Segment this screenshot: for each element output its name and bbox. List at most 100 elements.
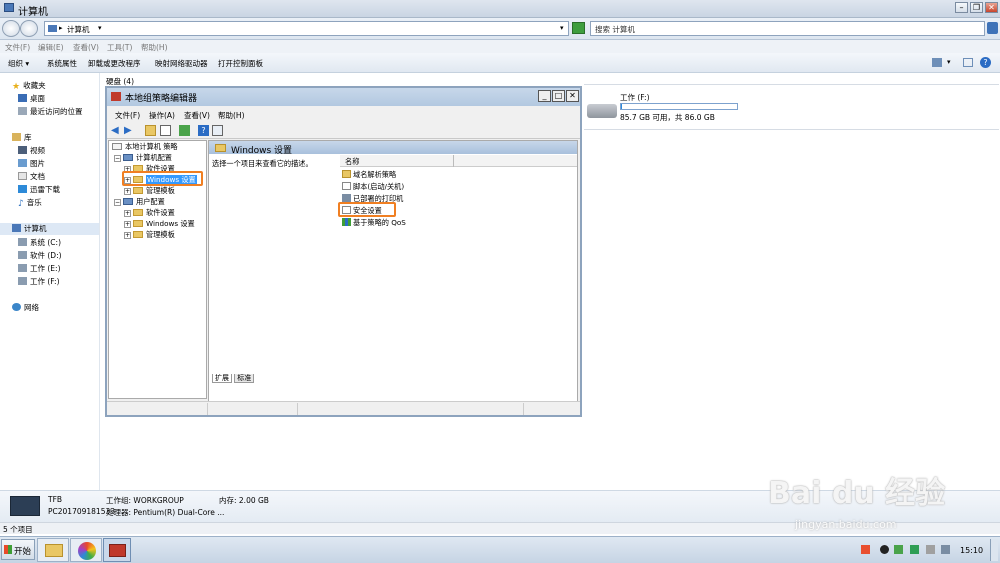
collapse-icon[interactable]: − xyxy=(114,199,121,206)
nav-recent[interactable]: 最近访问的位置 xyxy=(18,106,83,118)
nav-music[interactable]: ♪ 音乐 xyxy=(18,197,42,209)
export-list-icon[interactable] xyxy=(179,125,190,136)
collapse-icon[interactable]: − xyxy=(114,155,121,162)
search-input[interactable]: 搜索 计算机 xyxy=(590,21,985,36)
expand-icon[interactable]: + xyxy=(124,221,131,228)
baidu-watermark: Bai du 经验 xyxy=(768,476,946,511)
menu-view[interactable]: 查看(V) xyxy=(73,42,99,53)
memory: 内存: 2.00 GB xyxy=(219,496,269,505)
list-item[interactable]: 域名解析策略 xyxy=(342,170,396,181)
user-config-icon xyxy=(123,198,133,205)
nav-libraries[interactable]: 库 xyxy=(12,132,32,144)
menu-edit[interactable]: 编辑(E) xyxy=(38,42,64,53)
navigation-pane: ★ 收藏夹 桌面 最近访问的位置 库 视频 图片 文档 迅雷下载 ♪ 音乐 计算机 … xyxy=(0,73,100,490)
address-bar-row: ▸ 计算机 ▾ ▾ 搜索 计算机 xyxy=(0,18,1000,40)
system-properties-button[interactable]: 系统属性 xyxy=(47,58,77,69)
nav-desktop[interactable]: 桌面 xyxy=(18,93,45,105)
nav-documents[interactable]: 文档 xyxy=(18,171,45,183)
computer-icon xyxy=(12,224,21,232)
view-dropdown-icon[interactable]: ▾ xyxy=(947,58,951,66)
map-network-drive-button[interactable]: 映射网络驱动器 xyxy=(155,58,208,69)
recent-places-icon xyxy=(18,107,27,115)
change-view-icon[interactable] xyxy=(932,58,942,67)
show-desktop-button[interactable] xyxy=(990,539,998,561)
tab-standard[interactable]: 标准 xyxy=(234,374,255,383)
folder-icon xyxy=(45,544,63,557)
organize-button[interactable]: 组织 ▾ xyxy=(8,58,29,69)
nav-network[interactable]: 网络 xyxy=(12,302,39,314)
list-item[interactable]: 脚本(启动/关机) xyxy=(342,182,404,193)
clock[interactable]: 15:10 xyxy=(960,546,983,555)
gpe-menu-help[interactable]: 帮助(H) xyxy=(218,110,245,121)
up-folder-icon[interactable] xyxy=(145,125,156,136)
open-control-panel-button[interactable]: 打开控制面板 xyxy=(218,58,263,69)
forward-arrow-icon[interactable]: ▶ xyxy=(124,125,135,136)
nav-favorites[interactable]: ★ 收藏夹 xyxy=(12,80,46,92)
nav-drive-c[interactable]: 系统 (C:) xyxy=(18,237,61,249)
taskbar-explorer-button[interactable] xyxy=(37,538,69,562)
back-button[interactable] xyxy=(2,20,20,37)
gpe-menu-file[interactable]: 文件(F) xyxy=(115,110,140,121)
gpe-menu-action[interactable]: 操作(A) xyxy=(149,110,175,121)
volume-icon[interactable] xyxy=(941,545,950,554)
nav-drive-d[interactable]: 软件 (D:) xyxy=(18,250,62,262)
tree-user-config[interactable]: − 用户配置 xyxy=(114,197,165,208)
star-icon: ★ xyxy=(12,82,21,92)
menu-help[interactable]: 帮助(H) xyxy=(141,42,168,53)
shield-icon[interactable] xyxy=(910,545,919,554)
restore-button[interactable]: ❐ xyxy=(970,2,983,13)
nav-drive-e[interactable]: 工作 (E:) xyxy=(18,263,61,275)
show-hide-tree-icon[interactable] xyxy=(160,125,171,136)
tree-root[interactable]: 本地计算机 策略 xyxy=(112,142,178,153)
help-icon[interactable]: ? xyxy=(980,57,991,68)
list-item[interactable]: 基于策略的 QoS xyxy=(342,218,406,229)
nav-drive-f[interactable]: 工作 (F:) xyxy=(18,276,60,288)
gpe-maximize-button[interactable]: □ xyxy=(552,90,565,102)
minimize-button[interactable]: – xyxy=(955,2,968,13)
gpe-close-button[interactable]: ✕ xyxy=(566,90,579,102)
tree-admin-templates[interactable]: + 管理模板 xyxy=(124,186,175,197)
tree-user-windows-settings[interactable]: + Windows 设置 xyxy=(124,219,195,230)
tree-user-software-settings[interactable]: + 软件设置 xyxy=(124,208,175,219)
gpe-menu-view[interactable]: 查看(V) xyxy=(184,110,210,121)
search-placeholder: 搜索 计算机 xyxy=(595,25,635,34)
security-icon[interactable] xyxy=(894,545,903,554)
chevron-down-icon[interactable]: ▾ xyxy=(98,24,102,32)
drive-f-name[interactable]: 工作 (F:) xyxy=(620,92,650,103)
start-button[interactable]: 开始 xyxy=(1,539,35,560)
nav-videos[interactable]: 视频 xyxy=(18,145,45,157)
input-method-icon[interactable] xyxy=(861,545,870,554)
qq-icon[interactable] xyxy=(880,545,889,554)
properties-icon[interactable] xyxy=(212,125,223,136)
column-name[interactable]: 名称 xyxy=(345,157,359,167)
explorer-menu-bar: 文件(F) 编辑(E) 查看(V) 工具(T) 帮助(H) xyxy=(0,40,1000,53)
tree-computer-config[interactable]: − 计算机配置 xyxy=(114,153,172,164)
gpe-minimize-button[interactable]: _ xyxy=(538,90,551,102)
taskbar-gpedit-button[interactable] xyxy=(103,538,131,562)
back-arrow-icon[interactable]: ◀ xyxy=(111,125,122,136)
nav-pictures[interactable]: 图片 xyxy=(18,158,45,170)
forward-button[interactable] xyxy=(20,20,38,37)
taskbar-browser-button[interactable] xyxy=(70,538,102,562)
tree-user-admin-templates[interactable]: + 管理模板 xyxy=(124,230,175,241)
close-button[interactable]: ✕ xyxy=(985,2,998,13)
column-divider[interactable] xyxy=(453,155,454,167)
expand-icon[interactable]: + xyxy=(124,232,131,239)
refresh-button[interactable] xyxy=(572,22,585,34)
help-icon[interactable]: ? xyxy=(198,125,209,136)
expand-icon[interactable]: + xyxy=(124,210,131,217)
status-divider xyxy=(207,403,208,415)
expand-icon[interactable]: + xyxy=(124,188,131,195)
uninstall-program-button[interactable]: 卸载或更改程序 xyxy=(88,58,141,69)
list-header: 名称 xyxy=(340,155,577,167)
menu-file[interactable]: 文件(F) xyxy=(5,42,30,53)
menu-tools[interactable]: 工具(T) xyxy=(107,42,132,53)
dropdown-arrow-icon[interactable]: ▾ xyxy=(560,24,564,32)
address-box[interactable]: ▸ 计算机 ▾ ▾ xyxy=(44,21,569,36)
search-icon[interactable] xyxy=(987,22,998,34)
preview-pane-icon[interactable] xyxy=(963,58,973,67)
tab-extended[interactable]: 扩展 xyxy=(212,374,232,383)
nav-thunder[interactable]: 迅雷下载 xyxy=(18,184,60,196)
nav-computer[interactable]: 计算机 xyxy=(0,223,99,235)
network-tray-icon[interactable] xyxy=(926,545,935,554)
